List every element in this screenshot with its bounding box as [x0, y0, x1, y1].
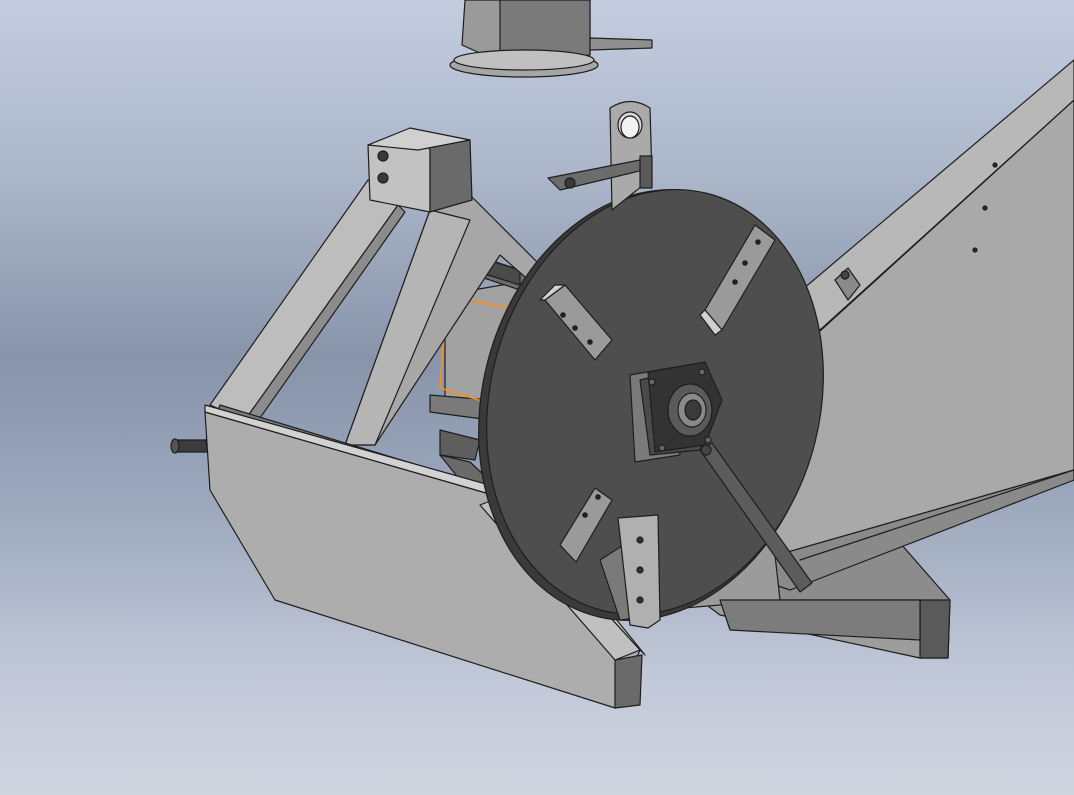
assembly-model-view[interactable]	[0, 0, 1074, 795]
discharge-chute-upper[interactable]	[449, 0, 653, 78]
cad-3d-viewport[interactable]	[0, 0, 1074, 795]
